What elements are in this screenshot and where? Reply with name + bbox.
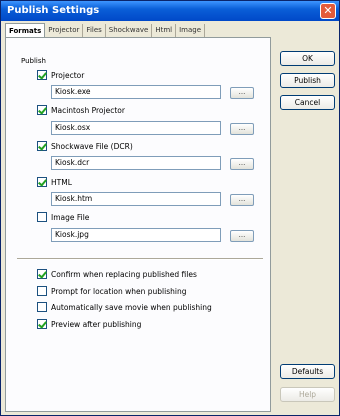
tab-image[interactable]: Image bbox=[176, 24, 206, 37]
confirm-replace-label: Confirm when replacing published files bbox=[51, 269, 197, 279]
defaults-button[interactable]: Defaults bbox=[280, 364, 335, 379]
window-title: Publish Settings bbox=[7, 5, 100, 16]
publish-section-label: Publish bbox=[21, 57, 46, 65]
ok-button[interactable]: OK bbox=[280, 51, 335, 66]
projector-browse-button[interactable]: ... bbox=[230, 87, 254, 99]
projector-checkbox-row[interactable]: Projector bbox=[37, 69, 84, 81]
prompt-location-option[interactable]: Prompt for location when publishing bbox=[37, 285, 186, 297]
confirm-replace-checkbox[interactable] bbox=[37, 269, 47, 279]
image-filename-input[interactable]: Kiosk.jpg bbox=[51, 228, 221, 242]
html-checkbox[interactable] bbox=[37, 177, 47, 187]
html-browse-button[interactable]: ... bbox=[230, 194, 254, 206]
auto-save-option[interactable]: Automatically save movie when publishing bbox=[37, 301, 212, 313]
tab-strip: Formats Projector Files Shockwave Html I… bbox=[5, 23, 206, 37]
publish-settings-dialog: Publish Settings ✕ Formats Projector Fil… bbox=[0, 0, 340, 416]
tab-files[interactable]: Files bbox=[83, 24, 106, 37]
image-browse-button[interactable]: ... bbox=[230, 230, 254, 242]
preview-label: Preview after publishing bbox=[51, 319, 142, 329]
shockwave-checkbox-row[interactable]: Shockwave File (DCR) bbox=[37, 140, 133, 152]
prompt-location-checkbox[interactable] bbox=[37, 286, 47, 296]
cancel-button[interactable]: Cancel bbox=[280, 95, 335, 110]
image-file-checkbox-row[interactable]: Image File bbox=[37, 211, 89, 223]
auto-save-checkbox[interactable] bbox=[37, 302, 47, 312]
image-file-checkbox[interactable] bbox=[37, 212, 47, 222]
shockwave-browse-button[interactable]: ... bbox=[230, 158, 254, 170]
preview-checkbox[interactable] bbox=[37, 319, 47, 329]
tab-formats[interactable]: Formats bbox=[5, 23, 46, 37]
confirm-replace-option[interactable]: Confirm when replacing published files bbox=[37, 268, 197, 280]
html-filename-input[interactable]: Kiosk.htm bbox=[51, 192, 221, 206]
shockwave-filename-input[interactable]: Kiosk.dcr bbox=[51, 156, 221, 170]
prompt-location-label: Prompt for location when publishing bbox=[51, 286, 187, 296]
projector-filename-input[interactable]: Kiosk.exe bbox=[51, 85, 221, 99]
tab-html[interactable]: Html bbox=[152, 24, 177, 37]
mac-projector-checkbox-row[interactable]: Macintosh Projector bbox=[37, 104, 125, 116]
auto-save-label: Automatically save movie when publishing bbox=[51, 302, 212, 312]
title-bar: Publish Settings ✕ bbox=[1, 1, 339, 21]
html-label: HTML bbox=[51, 177, 72, 187]
image-file-label: Image File bbox=[51, 212, 90, 222]
section-divider bbox=[17, 258, 263, 260]
mac-projector-label: Macintosh Projector bbox=[51, 105, 125, 115]
preview-option[interactable]: Preview after publishing bbox=[37, 318, 141, 330]
projector-checkbox[interactable] bbox=[37, 70, 47, 80]
projector-label: Projector bbox=[51, 70, 85, 80]
mac-projector-checkbox[interactable] bbox=[37, 105, 47, 115]
mac-projector-filename-input[interactable]: Kiosk.osx bbox=[51, 121, 221, 135]
mac-projector-browse-button[interactable]: ... bbox=[230, 123, 254, 135]
close-icon[interactable]: ✕ bbox=[320, 3, 336, 19]
tab-projector[interactable]: Projector bbox=[45, 24, 84, 37]
shockwave-checkbox[interactable] bbox=[37, 141, 47, 151]
tab-shockwave[interactable]: Shockwave bbox=[106, 24, 153, 37]
html-checkbox-row[interactable]: HTML bbox=[37, 176, 72, 188]
publish-button[interactable]: Publish bbox=[280, 73, 335, 88]
help-button[interactable]: Help bbox=[280, 387, 335, 402]
shockwave-label: Shockwave File (DCR) bbox=[51, 141, 133, 151]
